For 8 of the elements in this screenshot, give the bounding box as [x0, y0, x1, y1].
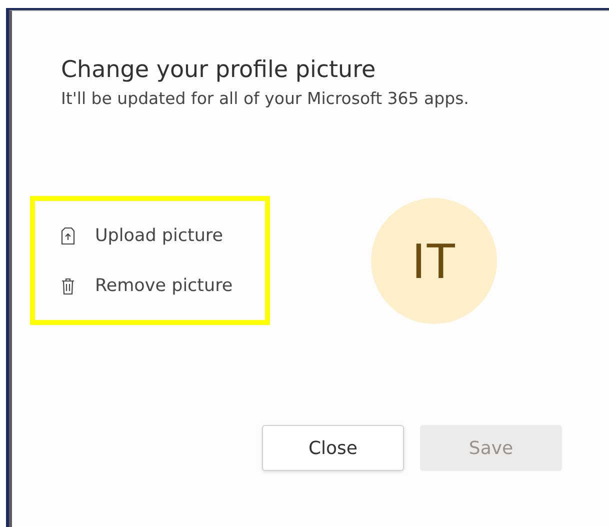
upload-picture-button[interactable]: Upload picture — [61, 226, 224, 246]
avatar-initials: IT — [412, 232, 456, 290]
close-button[interactable]: Close — [262, 425, 404, 471]
dialog-title: Change your profile picture — [61, 57, 377, 83]
dialog-subtitle: It'll be updated for all of your Microsoft 365 apps. — [61, 89, 470, 108]
upload-icon — [61, 226, 75, 244]
trash-icon — [61, 276, 75, 294]
remove-picture-button[interactable]: Remove picture — [61, 276, 233, 296]
